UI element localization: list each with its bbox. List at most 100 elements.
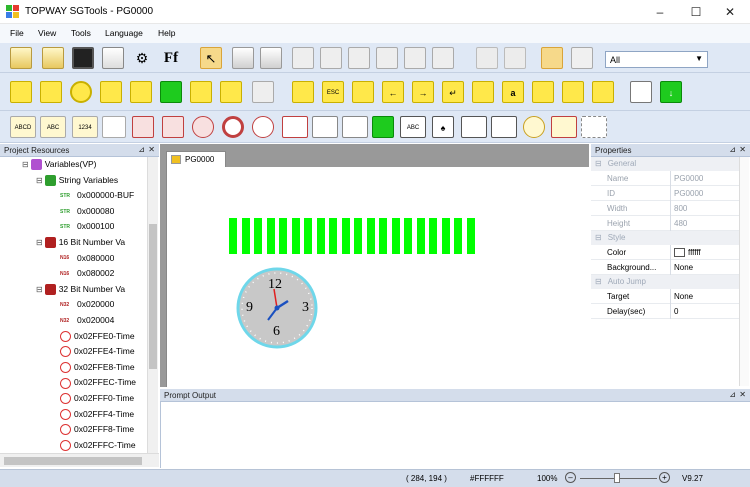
download-icon[interactable]: ↓: [660, 81, 682, 103]
tree-item[interactable]: ⊟ String Variables: [36, 173, 118, 187]
pointer-select-icon[interactable]: ↖: [200, 47, 222, 69]
right-arrow-key-icon[interactable]: →: [412, 81, 434, 103]
rectangle-tool-icon[interactable]: [10, 81, 32, 103]
menu-help[interactable]: Help: [158, 28, 175, 38]
menu-file[interactable]: File: [10, 28, 24, 38]
spade-icon[interactable]: ♠: [432, 116, 454, 138]
counter-icon[interactable]: [282, 116, 308, 138]
pin-icon[interactable]: ⊿: [729, 390, 736, 399]
preview-glasses-icon[interactable]: [541, 47, 563, 69]
tree-item[interactable]: 0x02FFE4-Time: [60, 344, 135, 358]
tree-scrollbar[interactable]: [147, 157, 158, 453]
menu-tools[interactable]: Tools: [71, 28, 91, 38]
tree-item[interactable]: N32 0x020004: [60, 313, 114, 327]
dot-grid-icon[interactable]: [190, 81, 212, 103]
collapse-icon[interactable]: ⊟: [595, 159, 602, 168]
minimize-button[interactable]: –: [645, 2, 675, 22]
close-panel-icon[interactable]: ✕: [148, 145, 155, 154]
collapse-icon[interactable]: ⊟: [36, 285, 43, 294]
align-top-icon[interactable]: [348, 47, 370, 69]
page-jump-icon[interactable]: [630, 81, 652, 103]
timer-icon[interactable]: [551, 116, 577, 138]
selection-box-icon[interactable]: [581, 116, 607, 138]
maximize-button[interactable]: ☐: [681, 2, 711, 22]
settings-gear-icon[interactable]: ⚙: [131, 47, 153, 69]
tree-item[interactable]: 0x02FFE8-Time: [60, 360, 135, 374]
left-arrow-key-icon[interactable]: ←: [382, 81, 404, 103]
zoom-out-icon[interactable]: –: [565, 472, 576, 483]
property-row[interactable]: Background... None: [591, 260, 747, 275]
keypad-icon[interactable]: [532, 81, 554, 103]
tree-item[interactable]: STR 0x000100: [60, 219, 114, 233]
fill-tool-icon[interactable]: [160, 81, 182, 103]
touch-area-icon[interactable]: [342, 116, 368, 138]
collapse-icon[interactable]: ⊟: [36, 176, 43, 185]
property-row[interactable]: ID PG0000: [591, 186, 747, 201]
keyboard-icon[interactable]: [592, 81, 614, 103]
enter-key-icon[interactable]: ↵: [442, 81, 464, 103]
tree-item[interactable]: 0x02FFEC-Time: [60, 375, 136, 389]
zoom-slider-thumb[interactable]: [614, 473, 620, 483]
esc-key-icon[interactable]: ESC: [322, 81, 344, 103]
property-row[interactable]: Name PG0000: [591, 171, 747, 186]
tree-item[interactable]: 0x02FFF8-Time: [60, 422, 134, 436]
char-key-icon[interactable]: a: [502, 81, 524, 103]
home-key-icon[interactable]: [472, 81, 494, 103]
close-button[interactable]: ✕: [715, 2, 745, 22]
property-row[interactable]: Width 800: [591, 201, 747, 216]
tree-item[interactable]: 0x02FFFC-Time: [60, 438, 136, 452]
property-row[interactable]: Color ffffff: [591, 245, 747, 260]
collapse-icon[interactable]: ⊟: [595, 277, 602, 286]
align-center-icon[interactable]: [320, 47, 342, 69]
bring-front-icon[interactable]: [476, 47, 498, 69]
wave-graph-icon[interactable]: [312, 116, 338, 138]
string-var-icon[interactable]: ABC: [40, 116, 66, 138]
back-key-icon[interactable]: [352, 81, 374, 103]
pin-icon[interactable]: ⊿: [138, 145, 145, 154]
progress-bar-widget[interactable]: [229, 218, 478, 254]
tree-item[interactable]: 0x02FFF0-Time: [60, 391, 134, 405]
analog-clock-icon[interactable]: [523, 116, 545, 138]
same-width-icon[interactable]: [404, 47, 426, 69]
string-display-icon[interactable]: ABCD: [10, 116, 36, 138]
tree-item[interactable]: STR 0x000000-BUF: [60, 188, 134, 202]
copy-icon[interactable]: [232, 47, 254, 69]
analog-clock-widget[interactable]: 12 3 6 9: [236, 267, 318, 349]
scrollbar-thumb[interactable]: [149, 224, 157, 369]
color-swatch[interactable]: [674, 248, 685, 258]
layer-select[interactable]: All ▼: [605, 51, 708, 68]
point-tool-icon[interactable]: [220, 81, 242, 103]
collapse-icon[interactable]: ⊟: [595, 233, 602, 242]
send-back-icon[interactable]: [504, 47, 526, 69]
properties-scrollbar[interactable]: [739, 157, 749, 386]
tree-item[interactable]: 0x02FFF4-Time: [60, 407, 134, 421]
tree-item[interactable]: N16 0x080000: [60, 251, 114, 265]
ring-gauge-icon[interactable]: [222, 116, 244, 138]
same-height-icon[interactable]: [432, 47, 454, 69]
hscrollbar-thumb[interactable]: [4, 457, 142, 465]
date-time-icon[interactable]: [491, 116, 517, 138]
collapse-icon[interactable]: ⊟: [22, 160, 29, 169]
property-row[interactable]: Delay(sec) 0: [591, 304, 747, 319]
animation-icon[interactable]: [132, 116, 154, 138]
add-page-icon[interactable]: [102, 47, 124, 69]
meter-icon[interactable]: [252, 116, 274, 138]
tree-item[interactable]: ⊟ Variables(VP): [22, 157, 97, 171]
radio-tool-icon[interactable]: [100, 81, 122, 103]
property-category[interactable]: ⊟ General: [591, 157, 747, 171]
paste-icon[interactable]: [260, 47, 282, 69]
zoom-in-icon[interactable]: +: [659, 472, 670, 483]
tree-item[interactable]: ⊟ 32 Bit Number Va: [36, 282, 125, 296]
menu-language[interactable]: Language: [105, 28, 143, 38]
align-bottom-icon[interactable]: [376, 47, 398, 69]
pin-icon[interactable]: ⊿: [729, 145, 736, 154]
qr-code-icon[interactable]: [372, 116, 394, 138]
font-icon[interactable]: Ff: [160, 47, 182, 69]
icon-toggle-icon[interactable]: [162, 116, 184, 138]
bar-graph-icon[interactable]: [102, 116, 126, 138]
align-left-icon[interactable]: [292, 47, 314, 69]
tab-pg0000[interactable]: PG0000: [166, 151, 226, 167]
property-row[interactable]: Target None: [591, 289, 747, 304]
save-icon[interactable]: [72, 47, 94, 69]
tree-item[interactable]: ⊟ 16 Bit Number Va: [36, 235, 125, 249]
